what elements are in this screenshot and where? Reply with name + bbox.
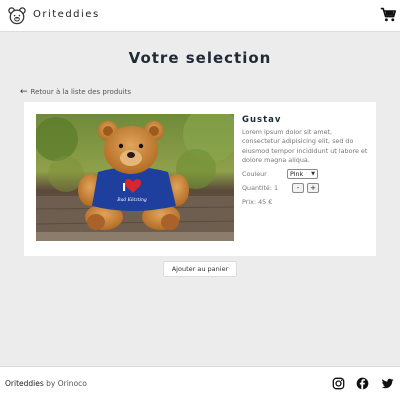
- shirt-print-text: Bad Kötzting: [116, 197, 147, 203]
- add-to-cart-button[interactable]: Ajouter au panier: [163, 261, 237, 277]
- shopping-cart-icon[interactable]: [380, 7, 396, 23]
- footer-brand-name: Oriteddies: [5, 379, 44, 388]
- product-name: Gustav: [242, 115, 282, 125]
- color-select-value: Pink: [290, 170, 304, 179]
- product-image: I Bad Kötzting: [36, 114, 234, 241]
- back-to-products-link[interactable]: ← Retour à la liste des produits: [20, 86, 132, 97]
- instagram-icon[interactable]: [332, 377, 345, 390]
- price-row: Prix: 45 €: [242, 198, 370, 206]
- product-description: Lorem ipsum dolor sit amet, consectetur …: [242, 128, 368, 164]
- color-select[interactable]: Pink ▼: [287, 169, 318, 180]
- product-info: Gustav Lorem ipsum dolor sit amet, conse…: [242, 114, 370, 206]
- back-link-label: Retour à la liste des produits: [30, 88, 132, 96]
- color-label: Couleur: [242, 170, 267, 179]
- quantity-label: Quantité: 1: [242, 184, 279, 193]
- footer-brand: Oriteddies by Orinoco: [5, 379, 87, 388]
- quantity-row: Quantité: 1 - +: [242, 183, 370, 194]
- page-title: Votre selection: [128, 49, 272, 67]
- teddy-face-icon[interactable]: [8, 7, 26, 25]
- footer-by-text: by Orinoco: [46, 379, 87, 388]
- arrow-left-icon: ←: [20, 86, 28, 97]
- brand-name[interactable]: Oriteddies: [33, 9, 100, 20]
- facebook-icon[interactable]: [356, 377, 369, 390]
- quantity-increment-button[interactable]: +: [307, 183, 319, 194]
- chevron-down-icon: ▼: [311, 171, 315, 178]
- color-row: Couleur Pink ▼: [242, 169, 370, 180]
- twitter-icon[interactable]: [381, 377, 394, 390]
- product-price: Prix: 45 €: [242, 198, 273, 207]
- footer: Oriteddies by Orinoco: [0, 366, 400, 400]
- header-bar: Oriteddies: [0, 0, 400, 32]
- product-card: I Bad Kötzting Gustav Lorem ipsum dolor …: [24, 102, 376, 256]
- quantity-decrement-button[interactable]: -: [292, 183, 304, 194]
